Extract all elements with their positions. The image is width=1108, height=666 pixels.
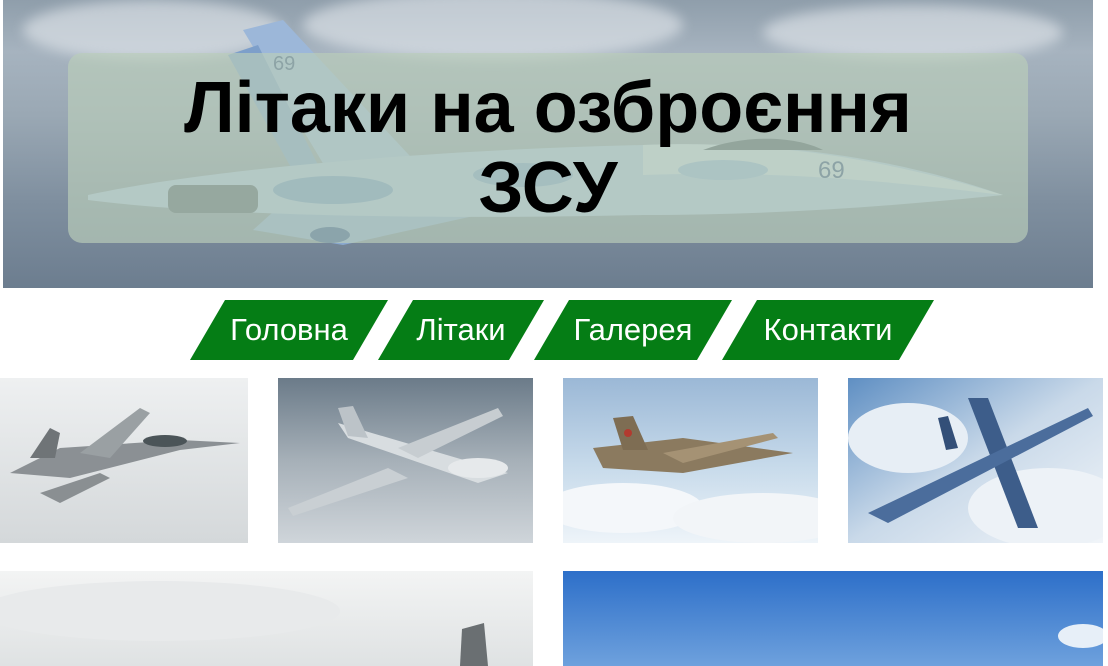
aircraft-photo-5[interactable] <box>0 571 533 666</box>
nav-item-home[interactable]: Головна <box>190 300 388 360</box>
nav-item-label: Контакти <box>763 312 893 347</box>
title-banner: Літаки на озброєння ЗСУ <box>68 53 1028 243</box>
su-24-photo[interactable] <box>278 378 533 543</box>
nav-item-label: Головна <box>230 312 348 347</box>
nav-item-label: Галерея <box>573 312 693 347</box>
page-title: Літаки на озброєння ЗСУ <box>184 68 912 228</box>
su-25-photo[interactable] <box>563 378 818 543</box>
aircraft-photo-6[interactable] <box>563 571 1103 666</box>
nav-item-gallery[interactable]: Галерея <box>534 300 732 360</box>
nav-item-label: Літаки <box>416 312 506 347</box>
main-nav: Головна Літаки Галерея Контакти <box>0 300 1108 360</box>
su-27-photo[interactable] <box>848 378 1103 543</box>
nav-item-contacts[interactable]: Контакти <box>722 300 934 360</box>
nav-item-aircraft[interactable]: Літаки <box>378 300 544 360</box>
hero-banner-image: 69 69 Літаки на озброєння ЗСУ <box>3 0 1093 288</box>
mig-29-photo[interactable] <box>0 378 248 543</box>
